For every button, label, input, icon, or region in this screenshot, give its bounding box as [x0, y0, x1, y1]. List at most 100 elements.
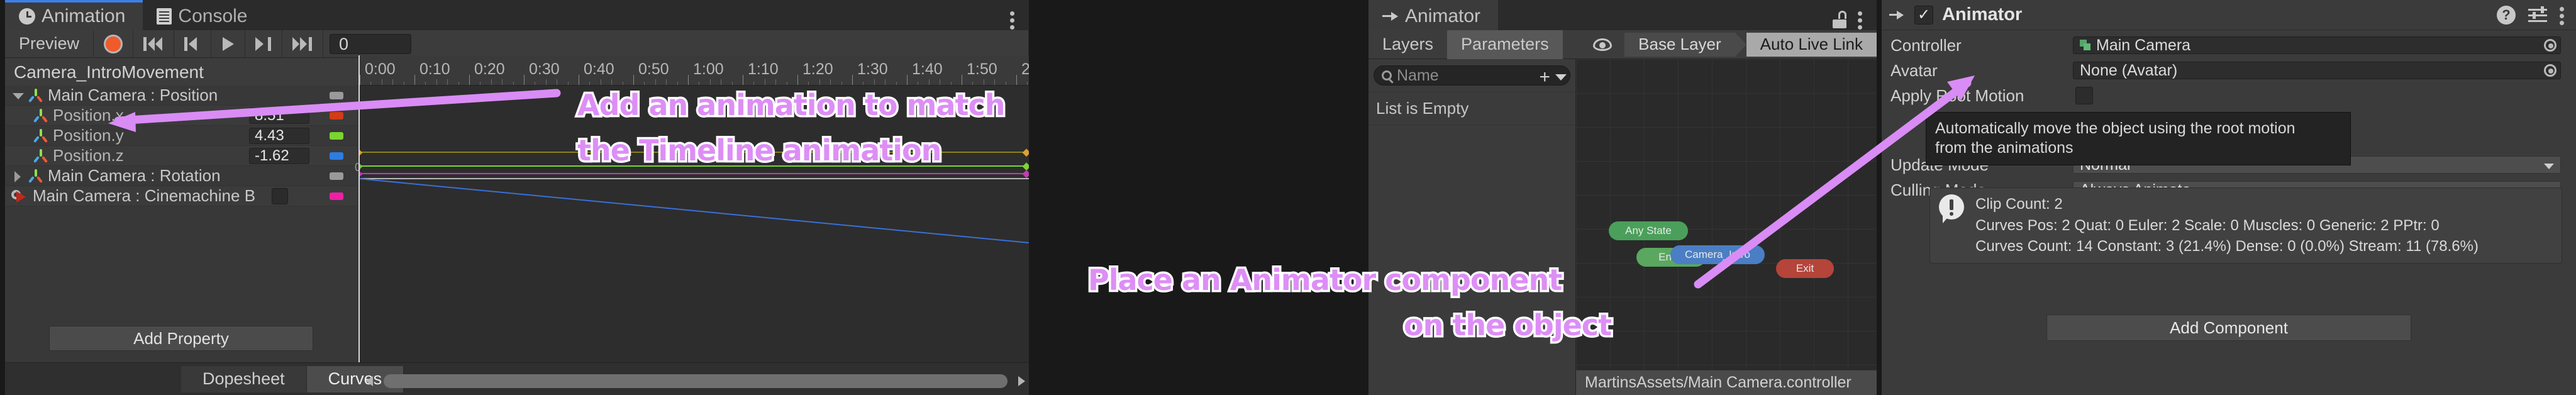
animation-toolbar: Preview 0 [5, 30, 1029, 58]
ruler-minor-tick [819, 79, 820, 85]
add-property-button[interactable]: Add Property [49, 326, 313, 351]
object-picker-icon[interactable] [2544, 39, 2557, 52]
property-row[interactable]: Position.z -1.62 [5, 146, 357, 166]
ruler-minor-tick [677, 82, 678, 85]
tab-layers[interactable]: Layers [1368, 30, 1447, 59]
foldout-open-icon[interactable] [11, 90, 24, 101]
preview-button[interactable]: Preview [5, 30, 94, 57]
kebab-menu-icon[interactable] [1858, 9, 1863, 30]
state-node-camera-intro[interactable]: Camera_Intro [1670, 245, 1765, 264]
breadcrumb-auto-live-link[interactable]: Auto Live Link [1746, 32, 1877, 57]
play-button[interactable] [211, 30, 246, 57]
timeline-ruler[interactable]: 0:00 0:10 0:20 0:30 0:40 0:50 1:00 1:10 1:20 1:30… [358, 55, 1029, 86]
scroll-left-icon[interactable] [362, 373, 380, 389]
transform-axis-icon [28, 169, 43, 184]
cinemachine-icon [11, 189, 28, 204]
help-icon[interactable]: ? [2497, 5, 2516, 25]
tab-console[interactable]: Console [143, 0, 265, 30]
tab-animation[interactable]: Animation [5, 0, 143, 30]
ruler-label: 0:10 [419, 60, 450, 78]
ruler-minor-tick [589, 82, 591, 85]
property-row[interactable]: Main Camera : Cinemachine B [5, 186, 357, 206]
ruler-minor-tick [830, 79, 831, 85]
state-node-any-state[interactable]: Any State [1609, 221, 1688, 240]
last-frame-button[interactable] [282, 30, 324, 57]
curve-zero-label: 0 [355, 161, 362, 174]
field-avatar-value[interactable]: None (Avatar) [2073, 62, 2561, 79]
component-enabled-checkbox[interactable]: ✓ [1914, 5, 1933, 25]
keyframe-indicator[interactable] [330, 111, 343, 120]
animator-icon [1889, 8, 1906, 22]
field-controller-value[interactable]: Main Camera [2073, 36, 2561, 54]
playhead[interactable] [358, 55, 360, 362]
ruler-minor-tick [709, 79, 711, 85]
ruler-tick [688, 75, 689, 85]
state-machine-graph[interactable]: Any State Entry Camera_Intro Exit [1576, 59, 1877, 395]
state-node-exit[interactable]: Exit [1776, 259, 1834, 278]
ruler-minor-tick [775, 79, 777, 85]
controller-value-text: Main Camera [2096, 36, 2191, 54]
tab-animation-label: Animation [42, 6, 126, 26]
ruler-label: 1:50 [967, 60, 997, 78]
lock-open-icon[interactable] [1833, 11, 1846, 28]
frame-input[interactable]: 0 [330, 34, 412, 54]
keyframe-indicator[interactable] [330, 91, 343, 99]
kebab-menu-icon[interactable] [1010, 9, 1015, 30]
tooltip-line-2: from the animations [1935, 139, 2074, 157]
component-header: ✓ Animator ? [1882, 0, 2576, 30]
add-component-button[interactable]: Add Component [2046, 314, 2411, 341]
first-frame-button[interactable] [133, 30, 175, 57]
scroll-right-icon[interactable] [1011, 373, 1029, 389]
property-row[interactable]: Position.y 4.43 [5, 126, 357, 146]
property-value-field[interactable]: 8.51 [249, 107, 309, 124]
next-frame-button[interactable] [245, 30, 283, 57]
ruler-minor-tick [611, 79, 613, 85]
animation-curves [354, 148, 1029, 243]
ruler-minor-tick [808, 82, 809, 85]
keyframe-indicator[interactable] [330, 152, 343, 160]
animator-subbar: Layers Parameters Base Layer Auto Live L… [1368, 30, 1877, 59]
property-row[interactable]: Main Camera : Position [5, 86, 357, 106]
foldout-closed-icon[interactable] [11, 170, 23, 182]
property-row[interactable]: Main Camera : Rotation [5, 166, 357, 186]
property-row[interactable]: Position.x 8.51 [5, 106, 357, 126]
ruler-tick [1016, 75, 1017, 85]
play-icon [222, 36, 234, 51]
tab-animator[interactable]: Animator [1368, 0, 1499, 30]
record-button[interactable] [94, 30, 134, 57]
keyframe-indicator[interactable] [330, 172, 343, 180]
property-value-field[interactable]: 4.43 [249, 127, 309, 144]
tab-dopesheet[interactable]: Dopesheet [181, 365, 307, 392]
animation-bottom-bar: Dopesheet Curves [5, 362, 1029, 395]
kebab-menu-icon[interactable] [2560, 4, 2565, 26]
transform-axis-icon [28, 88, 43, 103]
breadcrumb-base-layer[interactable]: Base Layer [1624, 32, 1735, 57]
property-value-field[interactable]: -1.62 [249, 147, 309, 164]
apply-root-motion-checkbox[interactable] [2075, 87, 2093, 104]
transform-axis-icon [33, 128, 48, 143]
ruler-minor-tick [1027, 82, 1028, 85]
ruler-minor-tick [447, 79, 448, 85]
add-property-area: Add Property [5, 314, 357, 362]
eye-icon[interactable] [1593, 38, 1613, 51]
scrollbar-thumb[interactable] [384, 374, 1008, 388]
property-checkbox[interactable] [272, 187, 288, 204]
clip-name[interactable]: Camera_IntroMovement [5, 62, 204, 82]
preset-icon[interactable] [2528, 6, 2547, 23]
animator-tabstrip: Animator [1368, 0, 1877, 30]
ruler-tick [524, 75, 525, 85]
curve-canvas[interactable]: 0 [354, 86, 1029, 362]
add-parameter-button[interactable]: + [1539, 67, 1567, 88]
avatar-value-text: None (Avatar) [2080, 61, 2178, 79]
bottom-spacer [5, 363, 181, 395]
object-picker-icon[interactable] [2544, 64, 2557, 77]
ruler-tick [797, 75, 798, 85]
animator-info-box: Clip Count: 2 Curves Pos: 2 Quat: 0 Eule… [1929, 187, 2562, 264]
horizontal-scrollbar[interactable] [362, 372, 1029, 390]
keyframe-indicator[interactable] [330, 192, 343, 200]
root-motion-tooltip: Automatically move the object using the … [1926, 112, 2351, 165]
keyframe-indicator[interactable] [330, 131, 343, 140]
ruler-minor-tick [885, 79, 886, 85]
prev-frame-button[interactable] [174, 30, 212, 57]
tab-parameters[interactable]: Parameters [1447, 30, 1563, 59]
